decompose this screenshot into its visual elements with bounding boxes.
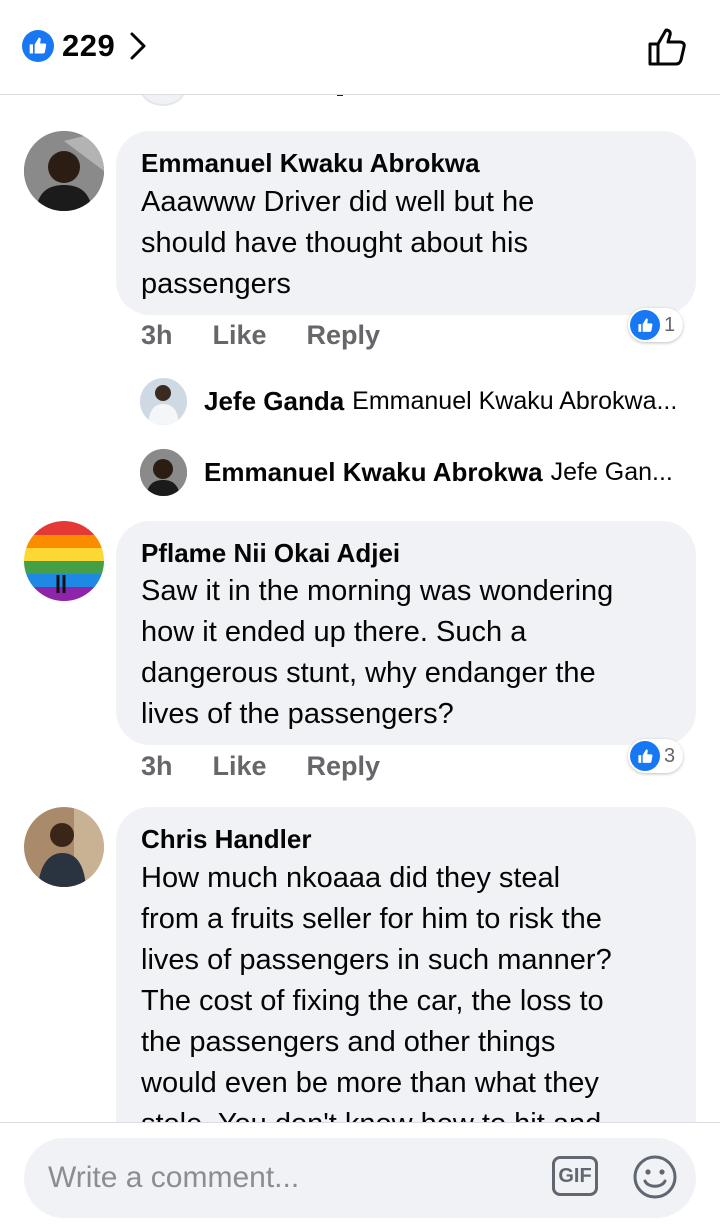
comment-composer: GIF (0, 1122, 720, 1230)
avatar[interactable] (140, 449, 187, 496)
comment-text: Saw it in the morning was wondering how … (141, 575, 614, 730)
comment-input[interactable] (48, 1160, 508, 1196)
reply-preview[interactable]: Jefe Ganda Emmanuel Kwaku Abrokwa... (204, 386, 677, 417)
thumbs-up-outline-icon[interactable] (646, 24, 690, 68)
reaction-count-badge[interactable]: 1 (628, 308, 684, 342)
reply-author[interactable]: Emmanuel Kwaku Abrokwa (204, 457, 543, 488)
reply-text: Emmanuel Kwaku Abrokwa... (352, 387, 678, 415)
comment-timestamp: 3h (141, 320, 173, 350)
composer-field[interactable]: GIF (24, 1138, 696, 1218)
reaction-count-badge[interactable]: 3 (628, 739, 684, 773)
reply-text: Jefe Gan... (550, 458, 673, 486)
gif-label: GIF (558, 1164, 592, 1187)
reply-preview[interactable]: Emmanuel Kwaku Abrokwa Jefe Gan... (204, 457, 673, 488)
like-button[interactable]: Like (213, 320, 267, 351)
avatar[interactable] (140, 378, 187, 425)
comment-actions: 3h Like Reply (141, 751, 420, 782)
comments-header: 229 (0, 0, 720, 95)
like-button[interactable]: Like (213, 751, 267, 782)
avatar[interactable] (24, 131, 104, 211)
reply-button[interactable]: Reply (307, 320, 381, 351)
comment-timestamp: 3h (141, 751, 173, 781)
comment-author[interactable]: Pflame Nii Okai Adjei (141, 538, 400, 569)
reaction-count: 3 (664, 744, 676, 767)
comment-actions: 3h Like Reply (141, 320, 420, 351)
reply-button[interactable]: Reply (307, 751, 381, 782)
comment-author[interactable]: Chris Handler (141, 824, 312, 855)
chevron-right-icon (129, 31, 147, 61)
avatar[interactable] (24, 521, 104, 601)
comment-author[interactable]: Emmanuel Kwaku Abrokwa (141, 148, 480, 179)
like-count: 229 (62, 28, 116, 63)
gif-button[interactable]: GIF (552, 1156, 598, 1196)
like-badge-icon (630, 741, 660, 771)
reply-author[interactable]: Jefe Ganda (204, 386, 344, 417)
reaction-count: 1 (664, 313, 676, 336)
avatar[interactable] (24, 807, 104, 887)
comment-text: Aaawww Driver did well but he should hav… (141, 186, 535, 300)
comment-text: How much nkoaaa did they steal from a fr… (141, 862, 612, 1140)
like-badge-icon (22, 30, 54, 62)
like-badge-icon (630, 310, 660, 340)
emoji-icon[interactable] (632, 1154, 678, 1200)
reactions-summary-button[interactable]: 229 (22, 26, 147, 66)
